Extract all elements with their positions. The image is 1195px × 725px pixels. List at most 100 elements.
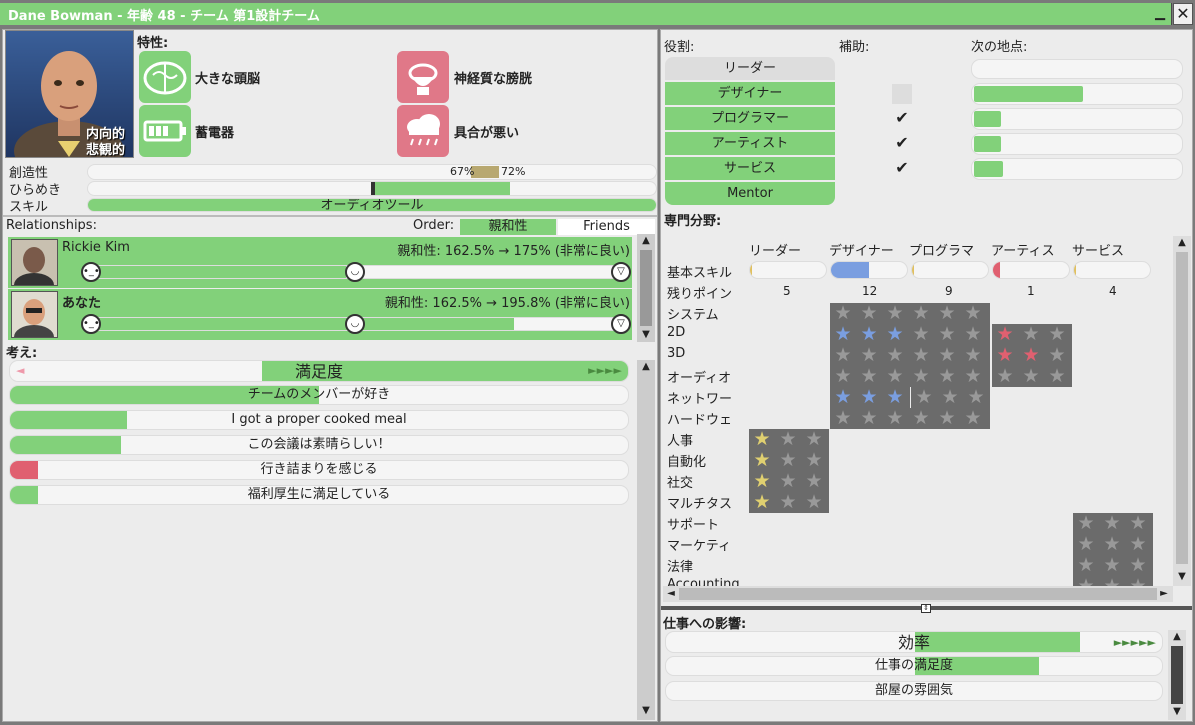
star-group[interactable]: ★★★ <box>749 492 829 513</box>
star-group[interactable]: ★ ★ ★ ★ ★ ★ <box>830 408 990 429</box>
spec-row-label: マーケティ <box>667 539 731 554</box>
role-leader[interactable]: リーダー <box>665 57 835 80</box>
relationships-scrollbar[interactable]: ▲ ▼ <box>637 234 655 342</box>
specialization-vscroll[interactable]: ▲ ▼ <box>1173 236 1191 586</box>
role-programmer[interactable]: プログラマー <box>665 107 835 130</box>
next-point-bar <box>971 133 1183 155</box>
scroll-thumb[interactable] <box>1176 252 1188 564</box>
remaining-label: 残りポイン <box>667 287 733 302</box>
thoughts-header[interactable]: ◄ 満足度 ►►►► <box>9 360 629 382</box>
star-icon: ★ <box>941 387 959 408</box>
scroll-down-icon[interactable]: ▼ <box>1170 705 1184 719</box>
thought-item: I got a proper cooked meal <box>9 410 629 430</box>
star-group[interactable]: ★★★ <box>749 471 829 492</box>
scroll-down-icon[interactable]: ▼ <box>639 704 653 718</box>
star-icon: ★ <box>886 366 904 387</box>
scroll-up-icon[interactable]: ▲ <box>1170 630 1184 644</box>
star-group[interactable]: ★★★ <box>749 429 829 450</box>
thoughts-scrollbar[interactable]: ▲ ▼ <box>637 360 655 720</box>
col-header: デザイナー <box>829 244 894 259</box>
spec-row-label: 2D <box>667 325 686 340</box>
role-designer[interactable]: デザイナー <box>665 82 835 105</box>
assist-checkbox[interactable] <box>892 84 912 104</box>
scroll-down-icon[interactable]: ▼ <box>639 328 653 342</box>
star-icon: ★ <box>912 324 930 345</box>
scroll-down-icon[interactable]: ▼ <box>1175 570 1189 584</box>
star-icon: ★ <box>805 429 823 450</box>
star-group[interactable]: ★★★ <box>911 387 990 408</box>
scroll-thumb[interactable] <box>1171 646 1183 704</box>
star-icon: ★ <box>912 408 930 429</box>
next-point-fill <box>974 136 1002 152</box>
arrows-icon: ►►►► <box>588 364 622 377</box>
specialization-hscroll[interactable]: ◄ ► <box>663 586 1173 602</box>
assist-checkbox[interactable]: ✔ <box>892 158 912 178</box>
splitter-handle-icon[interactable]: ⇕ <box>921 604 931 613</box>
star-group[interactable]: ★ ★ ★ ★ ★ ★ <box>830 345 990 366</box>
scroll-left-icon[interactable]: ◄ <box>664 587 678 601</box>
star-group[interactable]: ★ ★ ★ ★ ★ ★ <box>830 366 990 387</box>
avatar <box>11 291 58 349</box>
star-icon: ★ <box>938 324 956 345</box>
next-point-fill <box>974 111 1002 127</box>
star-group[interactable]: ★★★ <box>1073 534 1153 555</box>
thought-text: 行き詰まりを感じる <box>260 462 378 477</box>
next-point-bar <box>971 108 1183 130</box>
grin-face-icon: ▽ <box>611 262 631 282</box>
scroll-right-icon[interactable]: ► <box>1157 587 1171 601</box>
star-icon: ★ <box>996 345 1014 366</box>
star-icon: ★ <box>834 387 852 408</box>
impact-header[interactable]: 効率 ►►►►► <box>665 631 1163 653</box>
close-button[interactable]: ✕ <box>1173 3 1193 25</box>
remaining-value: 4 <box>1109 284 1117 298</box>
sort-friends-button[interactable]: Friends <box>558 219 655 235</box>
star-icon: ★ <box>886 408 904 429</box>
toilet-icon <box>397 51 449 103</box>
basic-skill-fill <box>993 262 1000 278</box>
scroll-up-icon[interactable]: ▲ <box>639 234 653 248</box>
star-group[interactable]: ★★★ <box>1073 576 1153 586</box>
star-icon: ★ <box>1048 345 1066 366</box>
star-icon: ★ <box>834 324 852 345</box>
star-icon: ★ <box>964 408 982 429</box>
relationship-row[interactable]: Rickie Kim 親和性: 162.5% → 175% (非常に良い) •_… <box>8 237 632 297</box>
basic-skill-fill <box>750 262 753 278</box>
star-group[interactable]: ★★★ <box>1073 555 1153 576</box>
spec-row-label: Accounting <box>667 577 740 586</box>
col-header: アーティス <box>991 244 1055 259</box>
star-icon: ★ <box>1125 576 1151 586</box>
traits-label: 特性: <box>137 36 169 51</box>
star-icon: ★ <box>912 303 930 324</box>
sort-compat-button[interactable]: 親和性 <box>460 219 556 235</box>
relationship-row[interactable]: あなた 親和性: 162.5% → 195.8% (非常に良い) •_• ◡ ▽ <box>8 289 632 349</box>
scroll-up-icon[interactable]: ▲ <box>639 360 653 374</box>
impact-scrollbar[interactable]: ▲ ▼ <box>1168 630 1186 720</box>
star-group[interactable]: ★ ★ ★ ★ ★ ★ <box>830 303 990 324</box>
spec-row-label: システム <box>667 308 719 323</box>
minimize-button[interactable]: ▁ <box>1150 5 1170 25</box>
star-group[interactable]: ★ ★ ★ ★ ★ ★ <box>830 324 990 345</box>
star-icon: ★ <box>996 324 1014 345</box>
star-group[interactable]: ★★★ <box>992 366 1072 387</box>
star-group[interactable]: ★ ★ ★ <box>992 345 1072 366</box>
star-icon: ★ <box>1129 534 1147 555</box>
star-icon: ★ <box>912 345 930 366</box>
star-group[interactable]: ★★★ <box>992 324 1072 345</box>
role-service[interactable]: サービス <box>665 157 835 180</box>
assist-checkbox[interactable]: ✔ <box>892 108 912 128</box>
role-artist[interactable]: アーティスト <box>665 132 835 155</box>
scroll-thumb[interactable] <box>640 250 652 326</box>
creativity-low-text: 67% <box>450 165 475 178</box>
scroll-up-icon[interactable]: ▲ <box>1175 236 1189 250</box>
employee-left-panel: 内向的 悲観的 特性: 大きな頭脳 神経質な膀胱 蓄電器 具合が悪い 創造性 6… <box>2 29 658 722</box>
basic-skill-bar <box>1073 261 1151 279</box>
title-bar[interactable]: Dane Bowman - 年齢 48 - チーム 第1設計チーム ▁ ✕ <box>0 0 1195 28</box>
spec-row-label: サポート <box>667 518 720 533</box>
star-group[interactable]: ★★★ <box>749 450 829 471</box>
star-group[interactable]: ★★★ <box>1073 513 1153 534</box>
assist-checkbox[interactable]: ✔ <box>892 133 912 153</box>
star-group[interactable]: ★★★ <box>830 387 910 408</box>
scroll-thumb[interactable] <box>679 588 1157 600</box>
star-icon: ★ <box>1022 345 1040 366</box>
role-mentor[interactable]: Mentor <box>665 182 835 205</box>
